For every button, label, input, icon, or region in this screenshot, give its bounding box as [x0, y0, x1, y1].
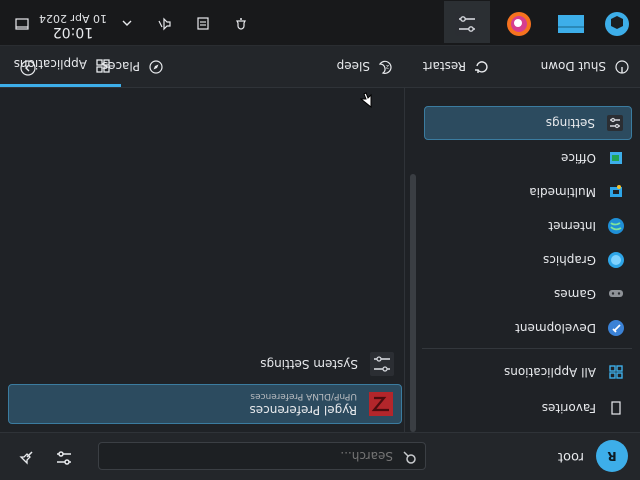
- launcher-menu-button[interactable]: [8, 45, 48, 87]
- app-list-scrollbar[interactable]: [408, 140, 416, 432]
- settings-icon: [368, 350, 396, 378]
- sidebar-item-label: Games: [554, 287, 596, 301]
- graphics-icon: [606, 250, 626, 270]
- clock-time: 10:02: [52, 24, 94, 40]
- sleep-button[interactable]: z Sleep: [312, 45, 394, 87]
- office-icon: [606, 148, 626, 168]
- restart-button[interactable]: Restart: [400, 45, 490, 87]
- sidebar-item-label: Development: [515, 321, 596, 335]
- launcher-header: R root: [0, 432, 640, 480]
- taskbar-item-file-manager[interactable]: [548, 1, 594, 43]
- taskbar-launcher-button[interactable]: [594, 1, 640, 43]
- user-avatar[interactable]: R: [596, 440, 628, 473]
- sidebar-item-multimedia[interactable]: Multimedia: [424, 176, 632, 208]
- sidebar-item-label: All Applications: [504, 365, 596, 379]
- sidebar-item-favorites[interactable]: Favorites: [424, 392, 632, 424]
- taskbar: 10:02 10 Apr 2024: [0, 0, 640, 46]
- app-title: Rygel Preferences: [249, 403, 357, 417]
- rygel-icon: [367, 390, 395, 418]
- sidebar-item-label: Internet: [548, 219, 596, 233]
- settings-icon: [453, 6, 481, 38]
- svg-text:z: z: [386, 64, 389, 71]
- power-icon: [614, 57, 630, 76]
- clock-date: 10 Apr 2024: [39, 12, 108, 25]
- scrollbar-thumb[interactable]: [410, 174, 416, 432]
- folder-icon: [556, 5, 586, 39]
- restart-icon: [474, 57, 490, 76]
- category-divider: [422, 348, 632, 349]
- application-list: Rygel Preferences UPnP/DLNA Preferences …: [0, 88, 416, 432]
- clipboard-icon: [195, 12, 211, 32]
- mouse-cursor-icon: [359, 92, 372, 109]
- firefox-icon: [504, 5, 534, 39]
- search-box[interactable]: [98, 442, 426, 471]
- sleep-icon: z: [378, 57, 394, 76]
- desktop-icon: [14, 12, 30, 32]
- volume-muted-icon: [157, 12, 173, 32]
- globe-icon: [606, 216, 626, 236]
- search-input[interactable]: [107, 448, 395, 465]
- sidebar-item-label: Settings: [545, 116, 595, 130]
- app-title: System Settings: [260, 357, 358, 371]
- gamepad-icon: [606, 284, 626, 304]
- shut-down-button[interactable]: Shut Down: [520, 45, 630, 87]
- app-subtitle: UPnP/DLNA Preferences: [250, 391, 357, 401]
- category-sidebar: Favorites All Applications Development G…: [404, 88, 640, 432]
- bell-icon: [233, 12, 249, 32]
- tray-clipboard-button[interactable]: [190, 8, 216, 36]
- app-launcher-icon: [603, 6, 631, 38]
- username-label: root: [557, 449, 584, 464]
- tray-volume-button[interactable]: [152, 8, 178, 36]
- grid-icon: [606, 362, 626, 382]
- app-item-rygel-preferences[interactable]: Rygel Preferences UPnP/DLNA Preferences: [8, 384, 402, 424]
- chevron-up-icon: [120, 13, 134, 32]
- sidebar-item-label: Office: [560, 151, 596, 165]
- sleep-label: Sleep: [336, 59, 370, 73]
- sidebar-item-settings[interactable]: Settings: [424, 106, 632, 140]
- taskbar-item-browser[interactable]: [496, 1, 542, 43]
- restart-label: Restart: [422, 59, 466, 73]
- app-item-system-settings[interactable]: System Settings: [8, 344, 402, 384]
- sliders-icon: [55, 446, 73, 468]
- sidebar-item-label: Graphics: [543, 253, 596, 267]
- pin-icon: [17, 446, 35, 468]
- clock[interactable]: 10:02 10 Apr 2024: [30, 5, 116, 40]
- tray-notifications-button[interactable]: [228, 8, 254, 36]
- sidebar-item-internet[interactable]: Internet: [424, 210, 632, 242]
- media-icon: [606, 182, 626, 202]
- sidebar-item-all-applications[interactable]: All Applications: [424, 356, 632, 388]
- compass-icon: [148, 57, 164, 76]
- configure-button[interactable]: [50, 443, 78, 471]
- show-desktop-button[interactable]: [8, 8, 36, 36]
- settings-icon: [605, 113, 625, 133]
- sidebar-item-office[interactable]: Office: [424, 142, 632, 174]
- launcher-footer: Shut Down Restart z Sleep Places Applica…: [0, 45, 640, 88]
- bookmark-icon: [606, 398, 626, 418]
- sidebar-item-label: Multimedia: [529, 185, 596, 199]
- wrench-icon: [606, 318, 626, 338]
- application-launcher-screen: R root Search... Favorites All Applicati…: [0, 0, 640, 480]
- chevron-icon: [20, 56, 36, 76]
- sidebar-item-label: Favorites: [541, 401, 596, 415]
- taskbar-item-settings[interactable]: [444, 1, 490, 43]
- sidebar-item-graphics[interactable]: Graphics: [424, 244, 632, 276]
- pin-button[interactable]: [12, 443, 40, 471]
- sidebar-item-games[interactable]: Games: [424, 278, 632, 310]
- grid-icon: [95, 55, 111, 74]
- tray-expand-button[interactable]: [114, 8, 140, 36]
- system-tray: [114, 0, 254, 45]
- search-icon: [403, 448, 417, 465]
- sidebar-item-development[interactable]: Development: [424, 312, 632, 344]
- shut-down-label: Shut Down: [540, 59, 606, 73]
